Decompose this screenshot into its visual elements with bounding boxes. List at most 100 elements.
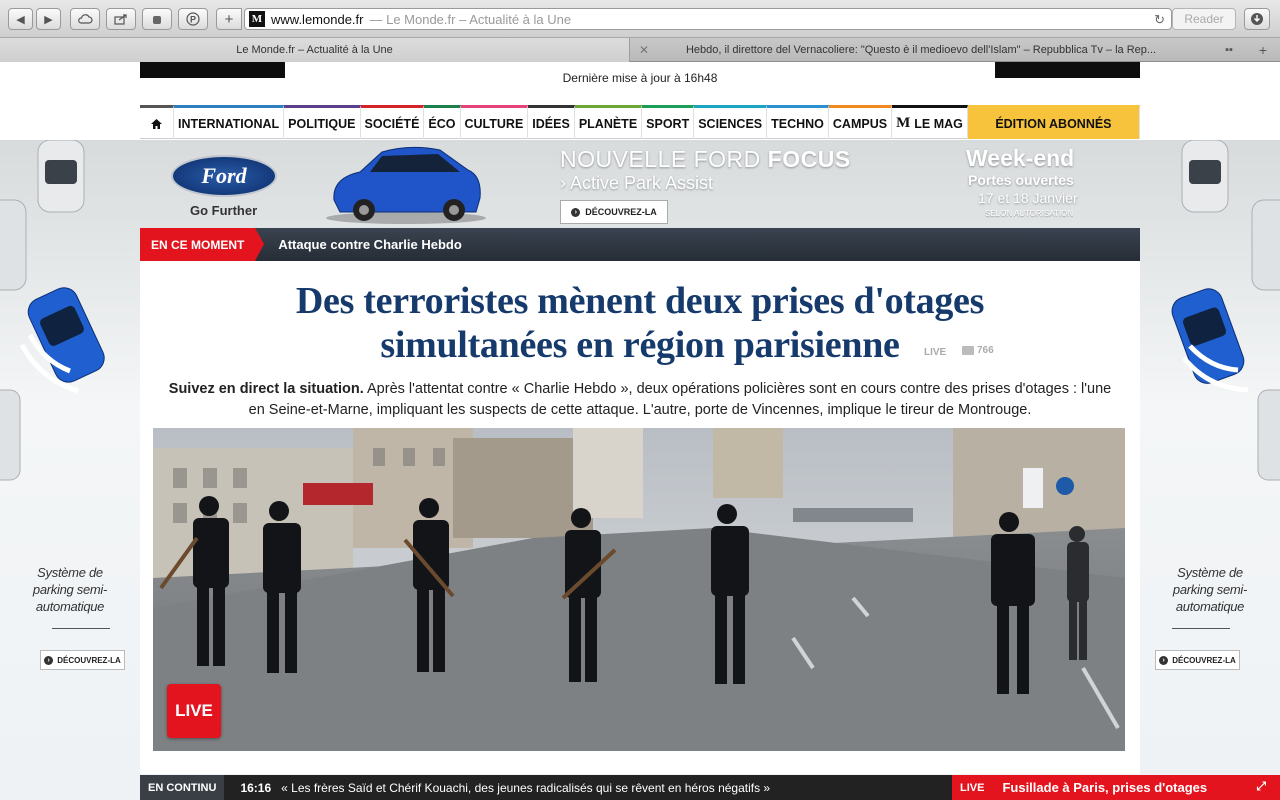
nav-idees[interactable]: IDÉES	[528, 105, 575, 139]
car-illustration-left	[0, 139, 105, 481]
side-ad-left[interactable]: Système de parking semi- automatique › D…	[0, 139, 140, 800]
car-illustration-right	[1171, 139, 1280, 481]
breaking-news-link[interactable]: Attaque contre Charlie Hebdo	[278, 237, 461, 252]
side-ad-text-line: Système de	[1177, 565, 1243, 580]
back-button[interactable]: ◀	[8, 8, 33, 30]
side-ad-cta-label: DÉCOUVREZ-LA	[57, 655, 121, 665]
icloud-tabs-button[interactable]	[70, 8, 100, 30]
tabs-grid-icon: ▪▪	[1225, 44, 1233, 56]
ford-tagline: Go Further	[190, 203, 258, 218]
photo-live-badge[interactable]: LIVE	[167, 684, 221, 738]
weekend-title: Week-end	[966, 145, 1075, 171]
reader-button[interactable]: Reader	[1172, 8, 1236, 30]
nav-techno[interactable]: TECHNO	[767, 105, 829, 139]
nav-international[interactable]: INTERNATIONAL	[174, 105, 285, 139]
new-tab-button[interactable]: +	[216, 8, 242, 30]
police-street-photo	[153, 428, 1125, 751]
web-page: Dernière mise à jour à 16h48 INTERNATION…	[0, 62, 1280, 800]
reload-icon[interactable]: ↻	[1154, 12, 1165, 28]
readability-button[interactable]	[142, 8, 172, 30]
side-ad-divider	[1172, 628, 1230, 629]
article-live-tag: LIVE	[924, 347, 947, 358]
side-ad-text-line: automatique	[1175, 599, 1245, 614]
plus-icon: +	[1258, 42, 1268, 58]
nav-eco[interactable]: ÉCO	[424, 105, 461, 139]
tab-le-monde[interactable]: Le Monde.fr – Actualité à la Une	[0, 38, 630, 62]
side-ad-divider	[52, 628, 110, 629]
downloads-button[interactable]	[1244, 8, 1270, 30]
back-arrow-icon: ◀	[16, 13, 25, 26]
headline-line: Des terroristes mènent deux prises d'ota…	[295, 280, 985, 322]
article-summary-lead: Suivez en direct la situation.	[168, 381, 364, 397]
car-image	[326, 146, 486, 224]
address-page-title: — Le Monde.fr – Actualité à la Une	[369, 11, 572, 27]
ford-logo: Ford	[171, 155, 277, 197]
nav-planete[interactable]: PLANÈTE	[574, 105, 643, 139]
side-ad-right[interactable]: Système de parking semi- automatique › D…	[1140, 139, 1280, 800]
weekend-note: SELON AUTORISATION	[985, 209, 1074, 218]
nav-politique[interactable]: POLITIQUE	[284, 105, 361, 139]
ad-cta-button[interactable]: › DÉCOUVREZ-LA	[560, 200, 668, 224]
article-summary-body: Après l'attentat contre « Charlie Hebdo …	[248, 381, 1112, 418]
side-ad-text-line: Système de	[37, 565, 103, 580]
svg-text:P: P	[190, 15, 196, 25]
hand-icon	[153, 16, 161, 24]
nav-le-mag[interactable]: M LE MAG	[892, 105, 968, 139]
ticker-time: 16:16	[240, 780, 272, 795]
live-bar-label: LIVE	[960, 781, 985, 794]
side-ad-text-line: parking semi-	[1172, 582, 1248, 597]
tab-label: Le Monde.fr – Actualité à la Une	[236, 44, 393, 56]
le-mag-logo-icon: M	[896, 115, 911, 131]
chevron-right-icon: ›	[571, 207, 581, 217]
close-tab-icon[interactable]: ✕	[639, 43, 649, 57]
pinterest-button[interactable]: P	[178, 8, 208, 30]
side-ad-cta-button[interactable]: › DÉCOUVREZ-LA	[40, 650, 125, 670]
weekend-dates: 17 et 18 Janvier	[978, 190, 1078, 206]
site-favicon-icon: M	[249, 11, 265, 27]
expand-icon[interactable]: ⤢	[1256, 779, 1266, 794]
side-ad-cta-button[interactable]: › DÉCOUVREZ-LA	[1155, 650, 1240, 670]
address-bar[interactable]: M www.lemonde.fr — Le Monde.fr – Actuali…	[244, 8, 1172, 30]
forward-arrow-icon: ▶	[44, 13, 53, 26]
side-ad-text: Système de parking semi- automatique	[1140, 564, 1280, 615]
address-url: www.lemonde.fr	[271, 11, 364, 27]
download-icon	[1251, 13, 1263, 25]
nav-campus[interactable]: CAMPUS	[828, 105, 893, 139]
home-icon	[151, 118, 162, 129]
article-photo[interactable]: LIVE	[153, 428, 1125, 751]
cloud-icon	[78, 14, 93, 24]
live-coverage-bar[interactable]: LIVE Fusillade à Paris, prises d'otages …	[952, 775, 1280, 800]
tab-repubblica[interactable]: ✕ Hebdo, il direttore del Vernacoliere: …	[631, 38, 1211, 62]
chevron-right-icon: ›	[44, 655, 54, 665]
nav-edition-abonnes[interactable]: ÉDITION ABONNÉS	[967, 105, 1140, 139]
nav-sciences[interactable]: SCIENCES	[694, 105, 768, 139]
ford-ad-banner[interactable]: Ford Go Further NOUVELLE FORD FOCUS › Ac…	[140, 140, 1140, 228]
share-icon	[114, 14, 127, 25]
article-summary: Suivez en direct la situation. Après l'a…	[160, 379, 1120, 421]
ad-title: NOUVELLE FORD FOCUS	[560, 146, 851, 173]
comment-bubble-icon	[962, 346, 974, 355]
nav-culture[interactable]: CULTURE	[460, 105, 529, 139]
nav-societe[interactable]: SOCIÉTÉ	[360, 105, 425, 139]
side-ad-text-line: automatique	[35, 599, 105, 614]
article-comments[interactable]: 766	[962, 345, 994, 356]
last-update: Dernière mise à jour à 16h48	[562, 71, 718, 85]
tab-bar: Le Monde.fr – Actualité à la Une ✕ Hebdo…	[0, 38, 1280, 62]
comment-count: 766	[977, 345, 994, 356]
ticker-headline[interactable]: « Les frères Saïd et Chérif Kouachi, des…	[281, 781, 770, 795]
nav-sport[interactable]: SPORT	[642, 105, 695, 139]
tab-overview-button[interactable]: ▪▪	[1214, 38, 1244, 62]
nav-home[interactable]	[140, 105, 174, 139]
add-tab-button[interactable]: +	[1250, 38, 1276, 62]
news-ticker: EN CONTINU 16:16 « Les frères Saïd et Ch…	[140, 775, 952, 800]
ad-subtitle: › Active Park Assist	[560, 173, 714, 193]
forward-button[interactable]: ▶	[36, 8, 61, 30]
browser-toolbar: ◀ ▶ P + M www.lemonde.fr — Le Monde.fr –…	[0, 0, 1280, 38]
nav-le-mag-label: LE MAG	[914, 116, 963, 131]
plus-icon: +	[224, 10, 234, 28]
ad-title-light: NOUVELLE FORD	[560, 146, 761, 172]
ad-cta-label: DÉCOUVREZ-LA	[585, 207, 657, 217]
share-button[interactable]	[106, 8, 136, 30]
live-bar-title: Fusillade à Paris, prises d'otages	[1002, 780, 1208, 795]
side-ad-cta-label: DÉCOUVREZ-LA	[1172, 655, 1236, 665]
